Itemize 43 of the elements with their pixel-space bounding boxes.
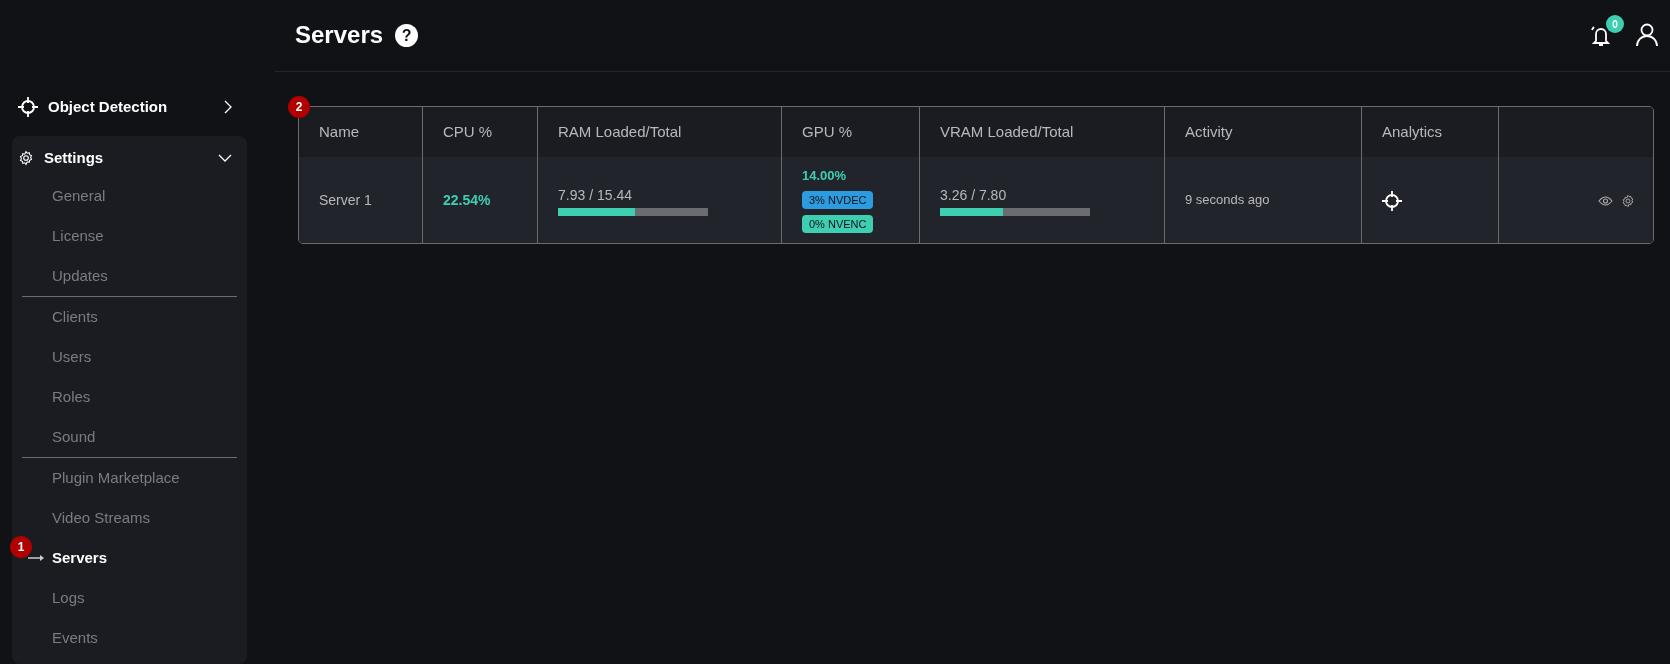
memory-reading: 7.93 / 15.44 <box>558 185 633 205</box>
sidebar-link[interactable]: Users <box>52 337 92 377</box>
column-header: CPU % <box>422 107 537 157</box>
sidebar-link[interactable]: License <box>52 216 104 256</box>
sidebar-menu-item[interactable]: Settings <box>12 140 247 176</box>
annotation-marker: 1 <box>10 536 32 558</box>
crosshair-icon[interactable] <box>1382 190 1402 211</box>
notification-button[interactable] <box>1590 23 1612 48</box>
sidebar-link[interactable]: Events <box>52 618 98 658</box>
column-header: VRAM Loaded/Total <box>919 107 1164 157</box>
sidebar-link[interactable]: Clients <box>52 297 98 337</box>
eye-icon[interactable] <box>1598 195 1613 206</box>
notification-count: 0 <box>1606 15 1624 34</box>
chevron-down-icon <box>217 153 233 163</box>
column-header: RAM Loaded/Total <box>537 107 781 157</box>
gpu-tag: 3% NVDEC <box>802 190 874 210</box>
chevron-right-icon <box>223 99 233 115</box>
user-icon[interactable] <box>1636 23 1658 48</box>
sidebar-link[interactable]: Servers <box>52 538 108 578</box>
column-header: Activity <box>1164 107 1361 157</box>
sidebar-link[interactable]: General <box>52 176 106 216</box>
sidebar-link[interactable]: Sound <box>52 417 96 457</box>
table-cell: Server 1 <box>299 157 422 243</box>
sidebar-link[interactable]: Roles <box>52 377 91 417</box>
gear-icon <box>18 150 34 166</box>
help-button[interactable]: ? <box>395 24 419 47</box>
gpu-tag: 0% NVENC <box>802 214 874 234</box>
column-header: GPU % <box>781 107 919 157</box>
crosshair-icon <box>18 97 38 117</box>
sidebar-link[interactable]: Logs <box>52 578 85 618</box>
annotation-marker: 2 <box>288 96 310 118</box>
arrow-icon <box>28 555 44 561</box>
table-cell: 9 seconds ago <box>1164 157 1361 243</box>
table-cell: 22.54% <box>422 157 537 243</box>
column-header: Analytics <box>1361 107 1498 157</box>
sidebar-link[interactable]: Plugin Marketplace <box>52 458 180 498</box>
sidebar-menu-item[interactable]: Object Detection <box>12 88 247 126</box>
sidebar-link[interactable]: Video Streams <box>52 498 151 538</box>
gpu-usage: 14.00% <box>802 167 848 186</box>
sidebar-link[interactable]: Updates <box>52 256 108 296</box>
memory-reading: 3.26 / 7.80 <box>940 185 1008 205</box>
page-title: Servers <box>295 21 384 50</box>
settings-icon[interactable] <box>1621 193 1635 208</box>
